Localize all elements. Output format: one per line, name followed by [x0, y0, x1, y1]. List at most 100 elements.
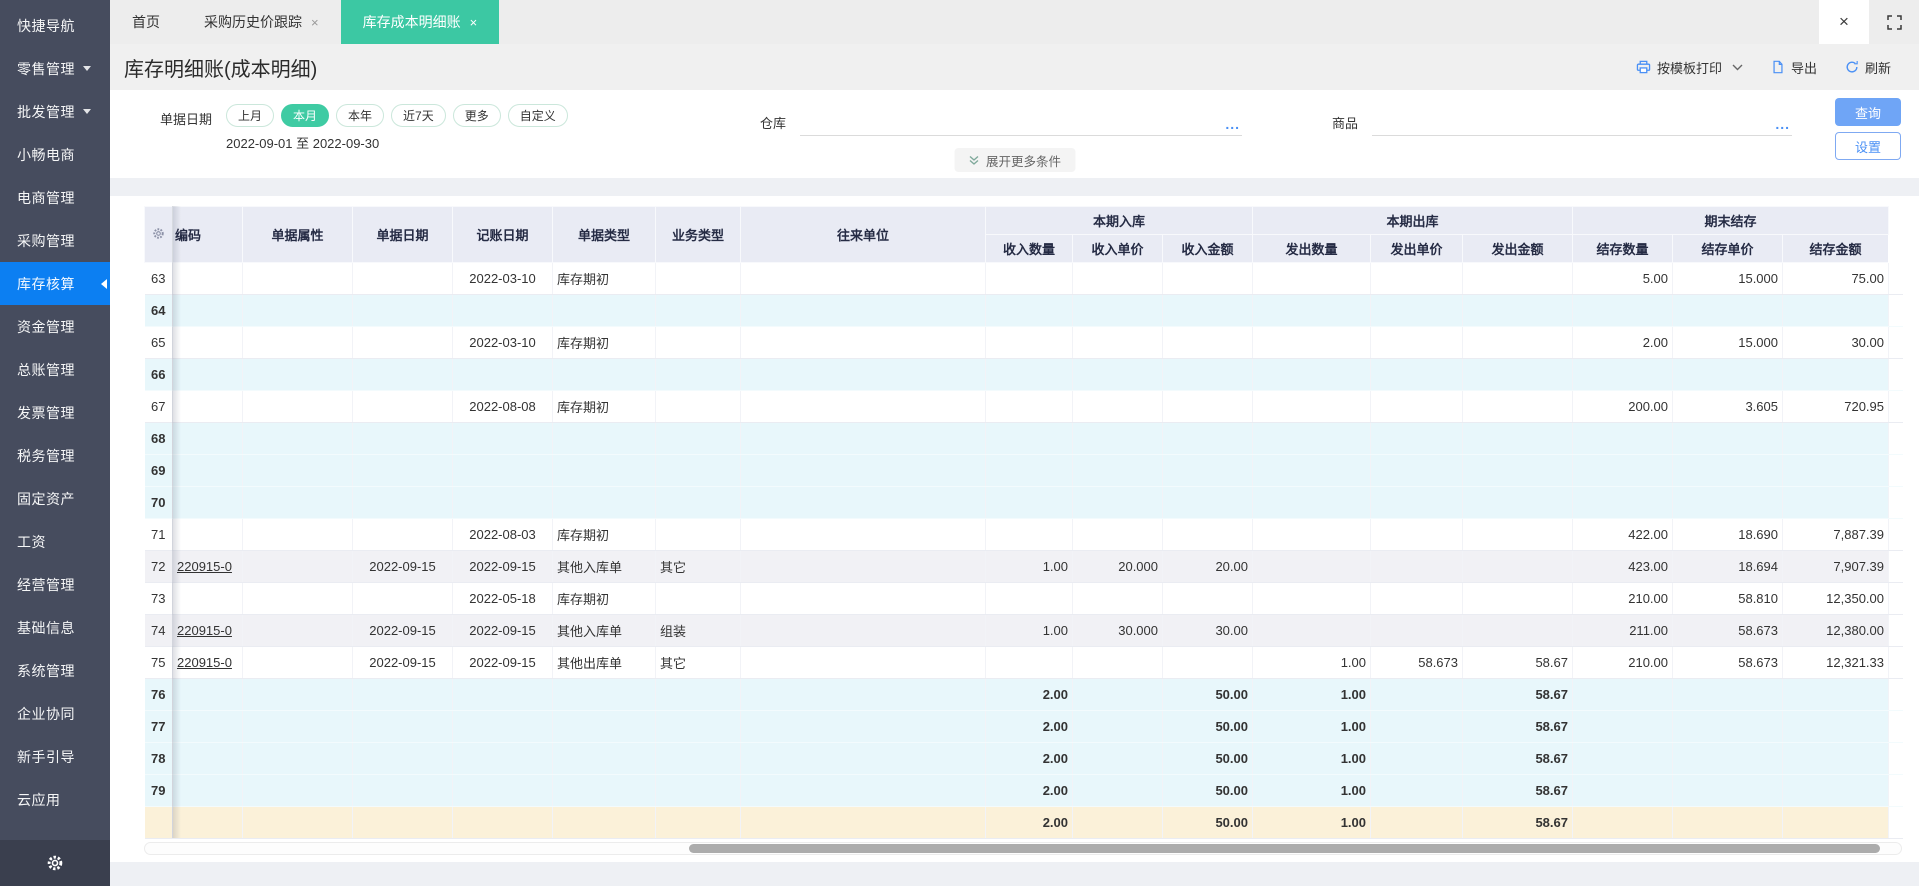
- sidebar-item-固定资产[interactable]: 固定资产: [0, 477, 110, 520]
- sidebar-item-工资[interactable]: 工资: [0, 520, 110, 563]
- settings-button[interactable]: 设置: [1835, 132, 1901, 160]
- date-pill-上月[interactable]: 上月: [226, 104, 275, 127]
- table-row[interactable]: 63 2022-03-10 库存期初 5.00 15.000 75.00: [144, 262, 1903, 295]
- cell-out_qty: [1252, 582, 1371, 615]
- document-code-link[interactable]: 220915-0: [177, 655, 232, 670]
- warehouse-picker-ellipsis[interactable]: ...: [1225, 116, 1240, 132]
- refresh-button[interactable]: 刷新: [1845, 58, 1891, 77]
- document-code-link[interactable]: 220915-0: [177, 623, 232, 638]
- product-input[interactable]: ...: [1372, 106, 1793, 136]
- cell-no: 72: [144, 550, 173, 583]
- cell-end_price: 15.000: [1672, 262, 1783, 295]
- cell-book_date: 2022-08-03: [452, 518, 553, 551]
- cell-in_qty: 2.00: [985, 678, 1073, 711]
- sidebar-item-总账管理[interactable]: 总账管理: [0, 348, 110, 391]
- query-button[interactable]: 查询: [1835, 98, 1901, 126]
- tab-首页[interactable]: 首页: [110, 0, 182, 44]
- sidebar-item-云应用[interactable]: 云应用: [0, 778, 110, 821]
- table-row[interactable]: 67 2022-08-08 库存期初 200.00 3.605 720.95: [144, 390, 1903, 423]
- table-row[interactable]: 65 2022-03-10 库存期初 2.00 15.000 30.00: [144, 326, 1903, 359]
- table-row[interactable]: 72 220915-0 2022-09-15 2022-09-15 其他入库单 其它 1.0…: [144, 550, 1903, 583]
- column-settings-button[interactable]: [144, 206, 173, 263]
- date-pill-本年[interactable]: 本年: [336, 104, 385, 127]
- table-row[interactable]: 74 220915-0 2022-09-15 2022-09-15 其他入库单 组装 1.0…: [144, 614, 1903, 647]
- table-row[interactable]: 69: [144, 454, 1903, 487]
- table-row[interactable]: 77 2.00 50.00 1.00 58.67: [144, 710, 1903, 743]
- sidebar-item-基础信息[interactable]: 基础信息: [0, 606, 110, 649]
- sidebar-item-电商管理[interactable]: 电商管理: [0, 176, 110, 219]
- sidebar-item-新手引导[interactable]: 新手引导: [0, 735, 110, 778]
- cell-code: 220915-0: [172, 550, 243, 583]
- cell-biz_type: 其它: [655, 646, 741, 679]
- table-row[interactable]: 76 2.00 50.00 1.00 58.67: [144, 678, 1903, 711]
- table-row[interactable]: 75 220915-0 2022-09-15 2022-09-15 其他出库单 其它 1.0…: [144, 646, 1903, 679]
- cell-out_price: [1370, 390, 1463, 423]
- cell-end_price: [1672, 774, 1783, 807]
- cell-in_price: [1072, 742, 1163, 775]
- table-row[interactable]: 70: [144, 486, 1903, 519]
- table-row[interactable]: 79 2.00 50.00 1.00 58.67: [144, 774, 1903, 807]
- table-row[interactable]: 2.00 50.00 1.00 58.67: [144, 806, 1903, 839]
- sidebar-item-label: 小畅电商: [17, 146, 75, 163]
- chevron-down-icon[interactable]: [1732, 64, 1743, 71]
- cell-biz_type: [655, 358, 741, 391]
- sidebar-item-发票管理[interactable]: 发票管理: [0, 391, 110, 434]
- cell-code: [172, 486, 243, 519]
- sidebar-item-采购管理[interactable]: 采购管理: [0, 219, 110, 262]
- table-row[interactable]: 64: [144, 294, 1903, 327]
- close-tab-icon[interactable]: ×: [470, 16, 478, 29]
- cell-out_qty: [1252, 294, 1371, 327]
- horizontal-scrollbar-thumb[interactable]: [689, 844, 1880, 853]
- cell-end_qty: 2.00: [1572, 326, 1673, 359]
- table-row[interactable]: 73 2022-05-18 库存期初 210.00 58.810 12,350.00: [144, 582, 1903, 615]
- horizontal-scrollbar[interactable]: [144, 842, 1902, 855]
- cell-out_amt: 58.67: [1462, 710, 1573, 743]
- cell-partner: [740, 678, 986, 711]
- sidebar-item-label: 资金管理: [17, 318, 75, 335]
- cell-book_date: [452, 678, 553, 711]
- sidebar-item-税务管理[interactable]: 税务管理: [0, 434, 110, 477]
- caret-down-icon: [83, 66, 91, 71]
- table-row[interactable]: 78 2.00 50.00 1.00 58.67: [144, 742, 1903, 775]
- date-pill-近7天[interactable]: 近7天: [391, 104, 446, 127]
- cell-out_amt: [1462, 614, 1573, 647]
- sidebar-item-快捷导航[interactable]: 快捷导航: [0, 4, 110, 47]
- cell-no: 77: [144, 710, 173, 743]
- print-by-template-button[interactable]: 按模板打印: [1636, 58, 1743, 77]
- date-pill-本月[interactable]: 本月: [281, 104, 330, 127]
- cell-code: [172, 294, 243, 327]
- sidebar-item-库存核算[interactable]: 库存核算: [0, 262, 110, 305]
- cell-end_qty: 422.00: [1572, 518, 1673, 551]
- sidebar-settings-button[interactable]: [0, 840, 110, 886]
- cell-partner: [740, 486, 986, 519]
- sidebar-item-零售管理[interactable]: 零售管理: [0, 47, 110, 90]
- export-button[interactable]: 导出: [1771, 58, 1817, 77]
- cell-in_qty: 2.00: [985, 806, 1073, 839]
- sidebar-item-经营管理[interactable]: 经营管理: [0, 563, 110, 606]
- cell-in_amt: [1162, 262, 1253, 295]
- close-window-icon[interactable]: ×: [1819, 0, 1869, 44]
- warehouse-input[interactable]: ...: [800, 106, 1243, 136]
- inventory-ledger-table: 编码 单据属性 单据日期 记账日期 单据类型 业务类型 往来单位 本期入库 本期…: [144, 206, 1903, 839]
- product-field: 商品 ...: [1332, 106, 1793, 136]
- date-pill-更多[interactable]: 更多: [452, 104, 501, 127]
- expand-more-conditions-button[interactable]: 展开更多条件: [953, 148, 1076, 172]
- close-tab-icon[interactable]: ×: [311, 16, 319, 29]
- cell-out_qty: [1252, 422, 1371, 455]
- cell-partner: [740, 550, 986, 583]
- table-row[interactable]: 71 2022-08-03 库存期初 422.00 18.690 7,887.39: [144, 518, 1903, 551]
- sidebar-item-企业协同[interactable]: 企业协同: [0, 692, 110, 735]
- product-picker-ellipsis[interactable]: ...: [1775, 116, 1790, 132]
- cell-book_date: 2022-03-10: [452, 262, 553, 295]
- fullscreen-icon[interactable]: [1869, 0, 1919, 44]
- tab-库存成本明细账[interactable]: 库存成本明细账 ×: [340, 0, 500, 44]
- document-code-link[interactable]: 220915-0: [177, 559, 232, 574]
- sidebar-item-小畅电商[interactable]: 小畅电商: [0, 133, 110, 176]
- sidebar-item-批发管理[interactable]: 批发管理: [0, 90, 110, 133]
- sidebar-item-系统管理[interactable]: 系统管理: [0, 649, 110, 692]
- table-row[interactable]: 66: [144, 358, 1903, 391]
- tab-采购历史价跟踪[interactable]: 采购历史价跟踪 ×: [182, 0, 341, 44]
- table-row[interactable]: 68: [144, 422, 1903, 455]
- date-pill-自定义[interactable]: 自定义: [507, 104, 568, 127]
- sidebar-item-资金管理[interactable]: 资金管理: [0, 305, 110, 348]
